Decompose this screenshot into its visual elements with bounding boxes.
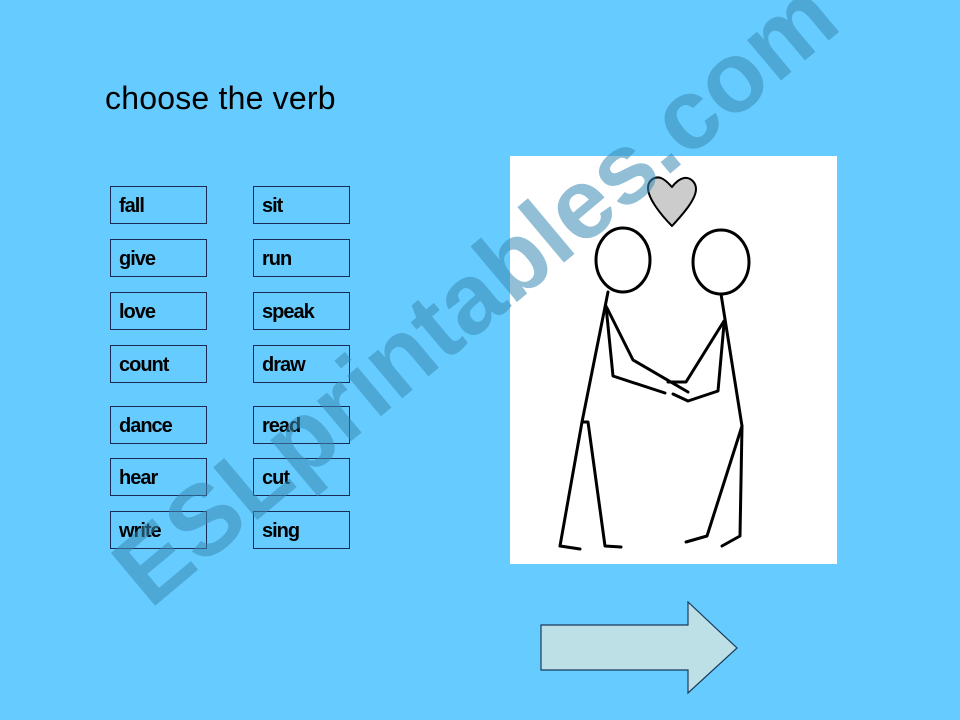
verb-option[interactable]: love <box>110 292 207 330</box>
stick-figures-illustration <box>558 176 751 551</box>
next-arrow-button[interactable] <box>540 601 740 695</box>
stick-figures-picture <box>510 156 837 564</box>
right-figure-head <box>691 228 751 296</box>
heart-icon <box>647 176 697 227</box>
verb-option[interactable]: hear <box>110 458 207 496</box>
verb-option[interactable]: count <box>110 345 207 383</box>
verb-option[interactable]: give <box>110 239 207 277</box>
left-figure-arm <box>604 304 667 395</box>
verb-option[interactable]: sit <box>253 186 350 224</box>
verb-option[interactable]: speak <box>253 292 350 330</box>
verb-option[interactable]: fall <box>110 186 207 224</box>
verb-option[interactable]: read <box>253 406 350 444</box>
verb-option[interactable]: dance <box>110 406 207 444</box>
verb-option[interactable]: draw <box>253 345 350 383</box>
verb-option[interactable]: run <box>253 239 350 277</box>
verb-option[interactable]: sing <box>253 511 350 549</box>
right-figure-arm <box>666 319 726 384</box>
verb-option[interactable]: write <box>110 511 207 549</box>
verb-option[interactable]: cut <box>253 458 350 496</box>
left-figure-head <box>594 226 652 294</box>
right-arrow-icon <box>540 601 738 695</box>
slide-title: choose the verb <box>105 80 336 116</box>
